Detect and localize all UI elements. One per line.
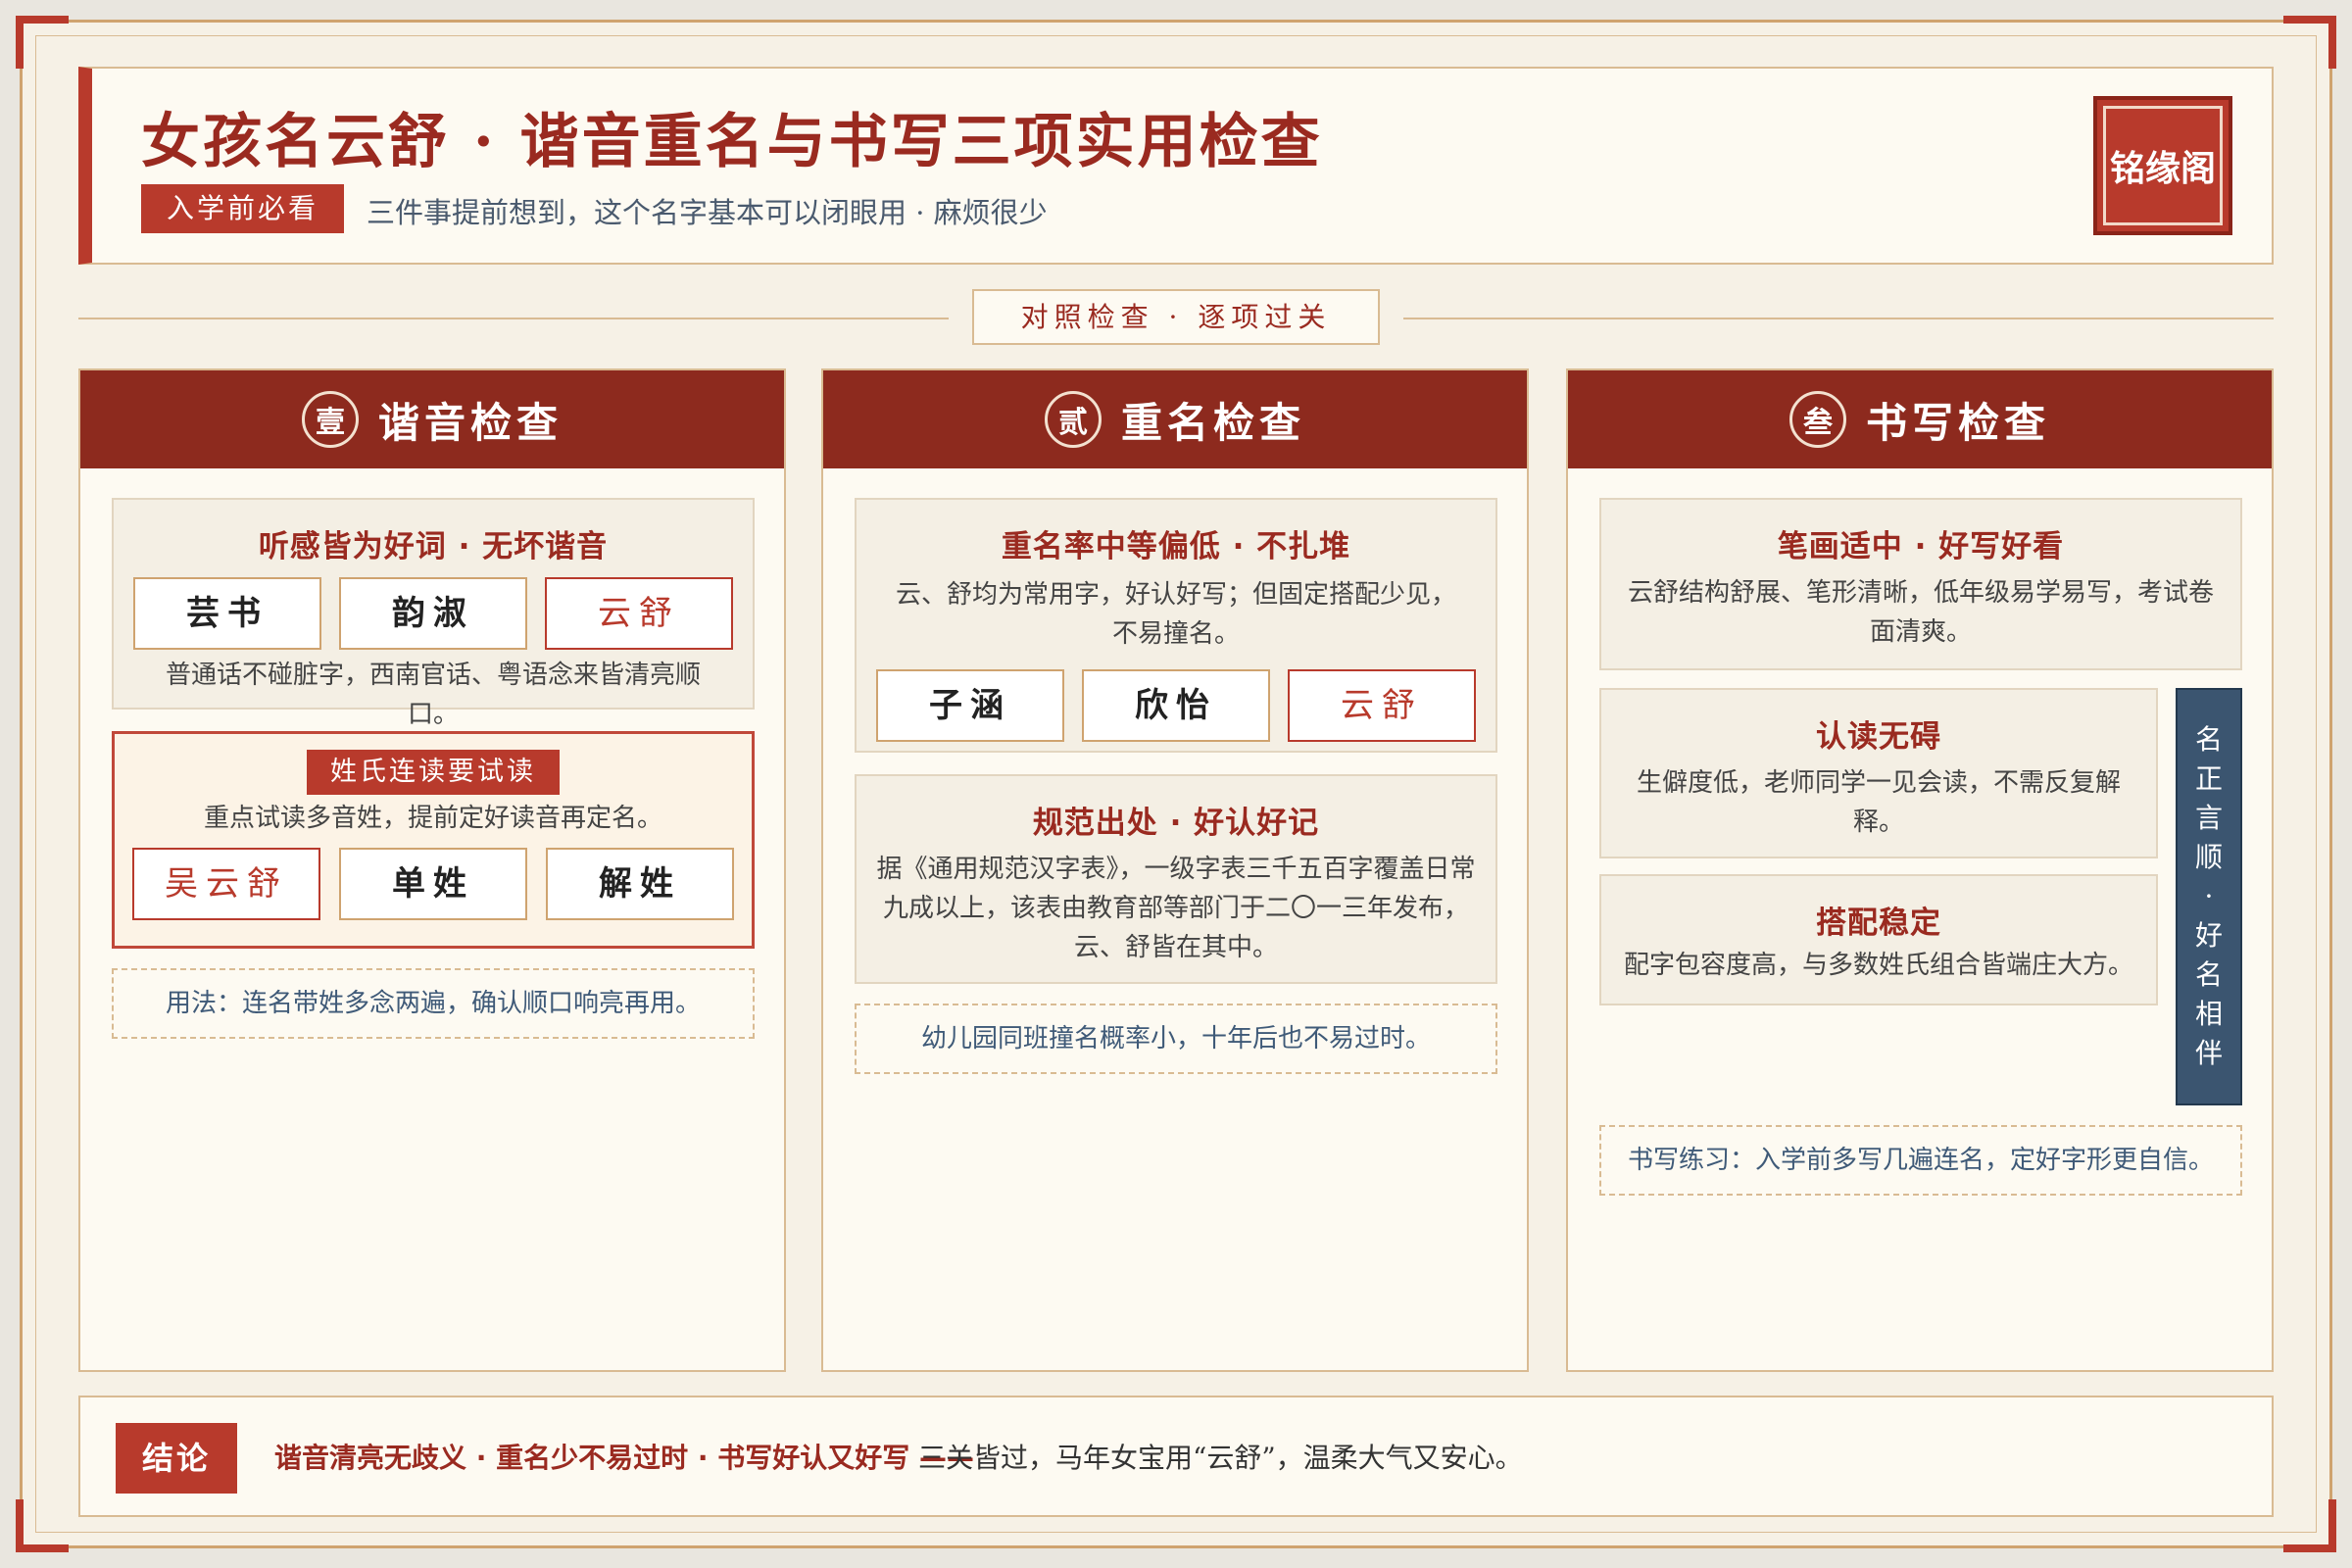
header-subtitle: 三件事提前想到，这个名字基本可以闭眼用 · 麻烦很少 (367, 196, 1048, 229)
pairing-card: 搭配稳定 配字包容度高，与多数姓氏组合皆端庄大方。 (1599, 874, 2158, 1005)
name-chip: 子涵 (876, 669, 1064, 742)
card-title: 听感皆为好词 · 无坏谐音 (258, 529, 609, 564)
corner-ornament (16, 16, 69, 69)
conclusion-text: 三关皆过，马年女宝用“云舒”，温柔大气又安心。 (918, 1442, 1523, 1474)
motto-char: 好 (2194, 919, 2223, 952)
column-writing-check: 叁 书写检查 笔画适中 · 好写好看 云舒结构舒展、笔形清晰，低年级易学易写，考… (1566, 368, 2274, 1372)
card-title: 笔画适中 · 好写好看 (1777, 529, 2065, 564)
column-homophone-check: 壹 谐音检查 听感皆为好词 · 无坏谐音 芸书 韵淑 云舒 普通话不碰脏字，西南… (78, 368, 786, 1372)
divider-line-right (1403, 318, 2274, 319)
conclusion-tag: 结论 (116, 1423, 237, 1494)
header-banner: 女孩名云舒 · 谐音重名与书写三项实用检查 入学前必看 三件事提前想到，这个名字… (78, 67, 2274, 265)
card-title: 认读无碍 (1816, 719, 1941, 755)
motto-char: 顺 (2194, 841, 2223, 873)
conclusion-summary: 谐音清亮无歧义 · 重名少不易过时 · 书写好认又好写 —— (274, 1442, 975, 1474)
alert-tag: 姓氏连读要试读 (307, 750, 560, 795)
vertical-motto: 名 正 言 顺 · 好 名 相 伴 (2176, 688, 2242, 1105)
column-title: 书写检查 (1865, 398, 2050, 447)
card-title: 搭配稳定 (1816, 906, 1941, 941)
header-tag: 入学前必看 (141, 184, 345, 233)
column-number-badge: 贰 (1044, 391, 1102, 448)
motto-char: 名 (2194, 723, 2223, 756)
stroke-card: 笔画适中 · 好写好看 云舒结构舒展、笔形清晰，低年级易学易写，考试卷面清爽。 (1599, 498, 2242, 670)
column-header: 叁 书写检查 (1568, 370, 2272, 468)
card-body: 生僻度低，老师同学一见会读，不需反复解释。 (1636, 768, 2121, 837)
corner-ornament (2283, 1499, 2336, 1552)
name-chip: 欣怡 (1082, 669, 1270, 742)
duplicate-note: 幼儿园同班撞名概率小，十年后也不易过时。 (855, 1004, 1497, 1074)
card-title: 规范出处 · 好认好记 (1032, 806, 1320, 841)
seal-text: 铭缘阁 (2103, 106, 2223, 225)
surname-chip-highlight: 吴云舒 (132, 848, 320, 920)
popular-name-chips: 子涵 欣怡 云舒 (857, 669, 1495, 742)
column-duplicate-check: 贰 重名检查 重名率中等偏低 · 不扎堆 云、舒均为常用字，好认好写；但固定搭配… (821, 368, 1529, 1372)
card-title: 重名率中等偏低 · 不扎堆 (1001, 529, 1351, 564)
motto-char: 名 (2194, 958, 2223, 991)
column-header: 贰 重名检查 (823, 370, 1527, 468)
surname-alert-card: 姓氏连读要试读 重点试读多音姓，提前定好读音再定名。 吴云舒 单姓 解姓 (112, 731, 755, 949)
divider-line-left (78, 318, 949, 319)
section-divider-label: 对照检查 · 逐项过关 (972, 289, 1380, 345)
page-title: 女孩名云舒 · 谐音重名与书写三项实用检查 (141, 108, 1323, 176)
name-chip-highlight: 云舒 (545, 577, 733, 650)
homophone-card: 听感皆为好词 · 无坏谐音 芸书 韵淑 云舒 普通话不碰脏字，西南官话、粤语念来… (112, 498, 755, 729)
card-body: 云舒结构舒展、笔形清晰，低年级易学易写，考试卷面清爽。 (1627, 578, 2214, 647)
name-chip: 芸书 (133, 577, 321, 650)
reading-card: 认读无碍 生僻度低，老师同学一见会读，不需反复解释。 (1599, 688, 2158, 858)
usage-note: 用法：连名带姓多念两遍，确认顺口响亮再用。 (112, 968, 755, 1039)
corner-ornament (16, 1499, 69, 1552)
motto-char: 言 (2194, 802, 2223, 834)
source-card: 规范出处 · 好认好记 据《通用规范汉字表》，一级字表三千五百字覆盖日常九成以上… (855, 774, 1497, 984)
surname-chips: 吴云舒 单姓 解姓 (115, 848, 752, 920)
surname-chip: 解姓 (546, 848, 734, 920)
alert-body: 重点试读多音姓，提前定好读音再定名。 (203, 804, 662, 833)
name-chip: 韵淑 (339, 577, 527, 650)
conclusion-bar: 结论 谐音清亮无歧义 · 重名少不易过时 · 书写好认又好写 —— 三关皆过，马… (78, 1396, 2274, 1517)
seal-logo: 铭缘阁 (2093, 96, 2232, 235)
motto-char: · (2204, 880, 2214, 912)
motto-char: 相 (2194, 998, 2223, 1030)
card-body: 配字包容度高，与多数姓氏组合皆端庄大方。 (1623, 951, 2133, 980)
surname-chip: 单姓 (339, 848, 527, 920)
card-body: 云、舒均为常用字，好认好写；但固定搭配少见，不易撞名。 (895, 580, 1456, 649)
column-number-badge: 叁 (1788, 391, 1846, 448)
corner-ornament (2283, 16, 2336, 69)
motto-char: 伴 (2194, 1037, 2223, 1069)
column-title: 谐音检查 (377, 398, 563, 447)
column-header: 壹 谐音检查 (80, 370, 784, 468)
writing-note: 书写练习：入学前多写几遍连名，定好字形更自信。 (1599, 1125, 2242, 1196)
card-body: 普通话不碰脏字，西南官话、粤语念来皆清亮顺口。 (165, 661, 701, 729)
name-chip-highlight: 云舒 (1288, 669, 1476, 742)
motto-char: 正 (2194, 762, 2223, 795)
duplicate-rate-card: 重名率中等偏低 · 不扎堆 云、舒均为常用字，好认好写；但固定搭配少见，不易撞名… (855, 498, 1497, 753)
homophone-chips: 芸书 韵淑 云舒 (114, 577, 753, 650)
column-number-badge: 壹 (301, 391, 359, 448)
card-body: 据《通用规范汉字表》，一级字表三千五百字覆盖日常九成以上，该表由教育部等部门于二… (876, 855, 1476, 962)
column-title: 重名检查 (1120, 398, 1305, 447)
